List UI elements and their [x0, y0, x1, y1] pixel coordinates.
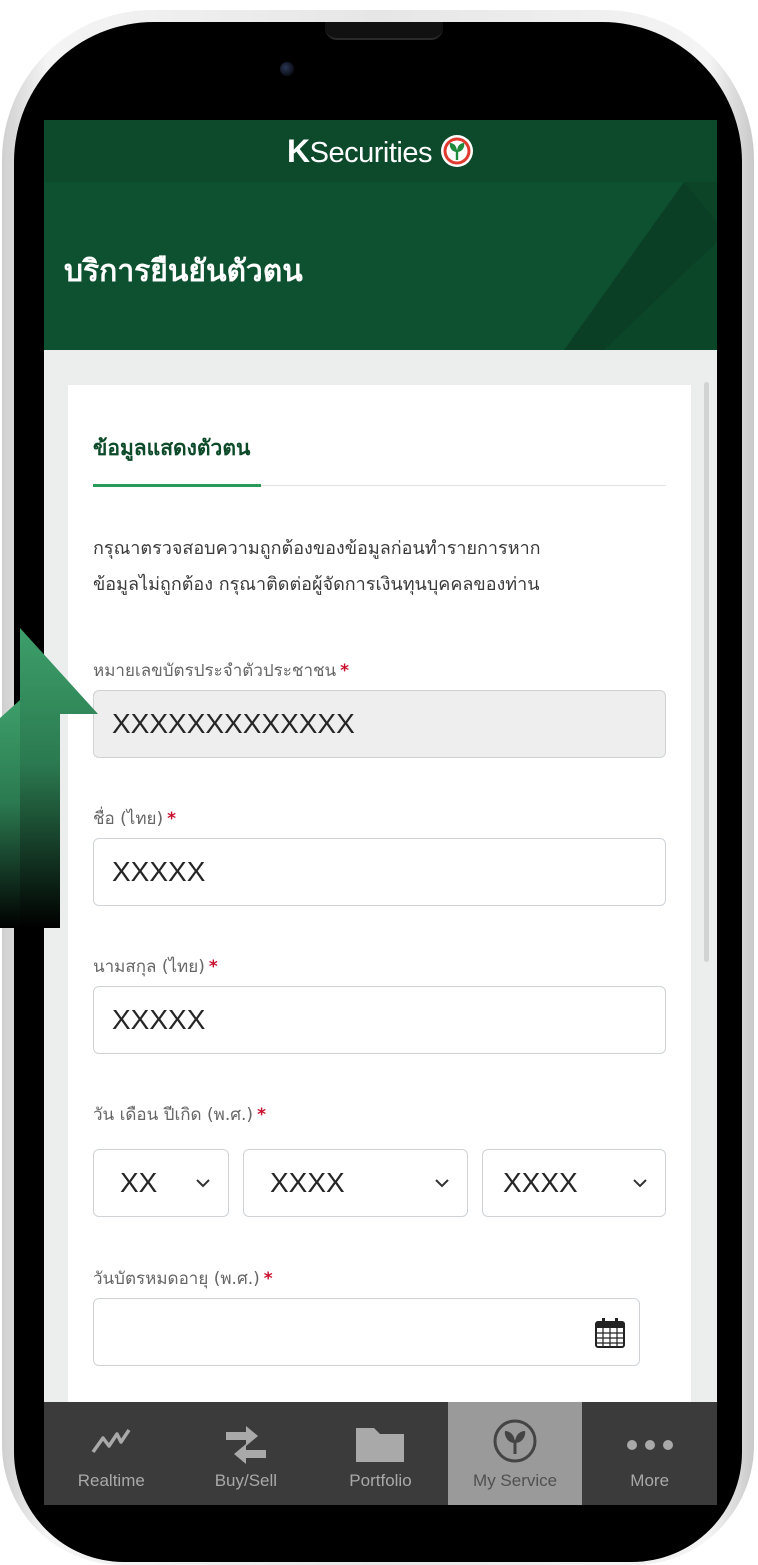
bottom-tab-bar: Realtime Buy/Sell Portfolio My Service M…: [44, 1402, 717, 1505]
id-card-label: หมายเลขบัตรประจำตัวประชาชน *: [93, 657, 349, 684]
tab-label: Portfolio: [349, 1471, 412, 1490]
birth-day-value: XX: [120, 1167, 158, 1198]
chart-line-icon: [91, 1429, 131, 1454]
form-description: กรุณาตรวจสอบความถูกต้องของข้อมูลก่อนทำรา…: [93, 531, 678, 603]
card-expiry-label-text: วันบัตรหมดอายุ (พ.ศ.): [93, 1269, 260, 1289]
description-line-1: กรุณาตรวจสอบความถูกต้องของข้อมูลก่อนทำรา…: [93, 538, 541, 559]
description-line-2: ข้อมูลไม่ถูกต้อง กรุณาติดต่อผู้จัดการเงิ…: [93, 574, 540, 595]
required-asterisk: *: [257, 1105, 266, 1125]
card-expiry-input[interactable]: [93, 1298, 640, 1366]
tab-label: More: [630, 1471, 670, 1490]
page-header: บริการยืนยันตัวตน: [44, 182, 717, 350]
tab-label: My Service: [473, 1471, 558, 1490]
last-name-label: นามสกุล (ไทย) *: [93, 953, 218, 980]
transfer-arrows-icon: [225, 1426, 266, 1464]
tab-realtime[interactable]: Realtime: [44, 1402, 179, 1505]
logo-text: KSecurities: [287, 133, 432, 170]
pointer-arrow-icon: [0, 628, 98, 928]
id-card-label-text: หมายเลขบัตรประจำตัวประชาชน: [93, 661, 337, 681]
tab-my-service[interactable]: My Service: [447, 1402, 583, 1505]
folder-icon: [356, 1428, 405, 1462]
logo-k: K: [287, 132, 310, 169]
tab-label: Buy/Sell: [214, 1471, 278, 1490]
more-dots-icon: [626, 1440, 673, 1450]
birth-date-label-text: วัน เดือน ปีเกิด (พ.ศ.): [93, 1105, 254, 1125]
phone-speaker-notch: [325, 22, 443, 40]
birth-year-value: XXXX: [503, 1167, 578, 1198]
birth-date-label: วัน เดือน ปีเกิด (พ.ศ.) *: [93, 1101, 266, 1128]
tab-more[interactable]: More: [582, 1402, 717, 1505]
first-name-label-text: ชื่อ (ไทย): [93, 809, 164, 829]
birth-day-select[interactable]: XX: [93, 1149, 229, 1217]
birth-month-select[interactable]: XXXX: [243, 1149, 468, 1217]
first-name-label: ชื่อ (ไทย) *: [93, 805, 176, 832]
phone-screen: KSecurities บริการยืนยันตัวตน ข้อมูลแสดง…: [44, 120, 717, 1505]
section-accent-underline: [93, 484, 261, 487]
card-expiry-label: วันบัตรหมดอายุ (พ.ศ.) *: [93, 1265, 273, 1292]
last-name-value: XXXXX: [112, 1004, 206, 1035]
front-camera: [280, 62, 294, 76]
logo-securities: Securities: [309, 136, 433, 169]
chevron-down-icon: [435, 1179, 449, 1188]
birth-month-value: XXXX: [270, 1167, 345, 1198]
kasikorn-leaf-logo-icon: [440, 135, 473, 167]
scrollbar[interactable]: [704, 382, 709, 962]
id-card-value: XXXXXXXXXXXXX: [112, 708, 355, 739]
required-asterisk: *: [167, 809, 177, 829]
first-name-input[interactable]: XXXXX: [93, 838, 666, 906]
chevron-down-icon: [196, 1179, 210, 1188]
ksecurities-logo: KSecurities: [287, 133, 474, 170]
required-asterisk: *: [208, 957, 218, 977]
tab-label: Realtime: [77, 1471, 145, 1490]
last-name-label-text: นามสกุล (ไทย): [93, 957, 205, 977]
last-name-input[interactable]: XXXXX: [93, 986, 666, 1054]
section-title: ข้อมูลแสดงตัวตน: [93, 436, 251, 460]
chevron-down-icon: [633, 1179, 647, 1188]
tab-buy-sell[interactable]: Buy/Sell: [179, 1402, 314, 1505]
calendar-icon[interactable]: [593, 1316, 627, 1350]
first-name-value: XXXXX: [112, 856, 206, 887]
tab-portfolio[interactable]: Portfolio: [313, 1402, 448, 1505]
page-title: บริการยืนยันตัวตน: [64, 254, 303, 289]
kasikorn-leaf-icon: [493, 1419, 537, 1463]
required-asterisk: *: [340, 661, 350, 681]
id-card-input[interactable]: XXXXXXXXXXXXX: [93, 690, 666, 758]
required-asterisk: *: [263, 1269, 273, 1289]
identity-form-card: ข้อมูลแสดงตัวตน กรุณาตรวจสอบความถูกต้องข…: [68, 385, 691, 1505]
birth-year-select[interactable]: XXXX: [482, 1149, 666, 1217]
app-bar: KSecurities: [44, 120, 717, 182]
